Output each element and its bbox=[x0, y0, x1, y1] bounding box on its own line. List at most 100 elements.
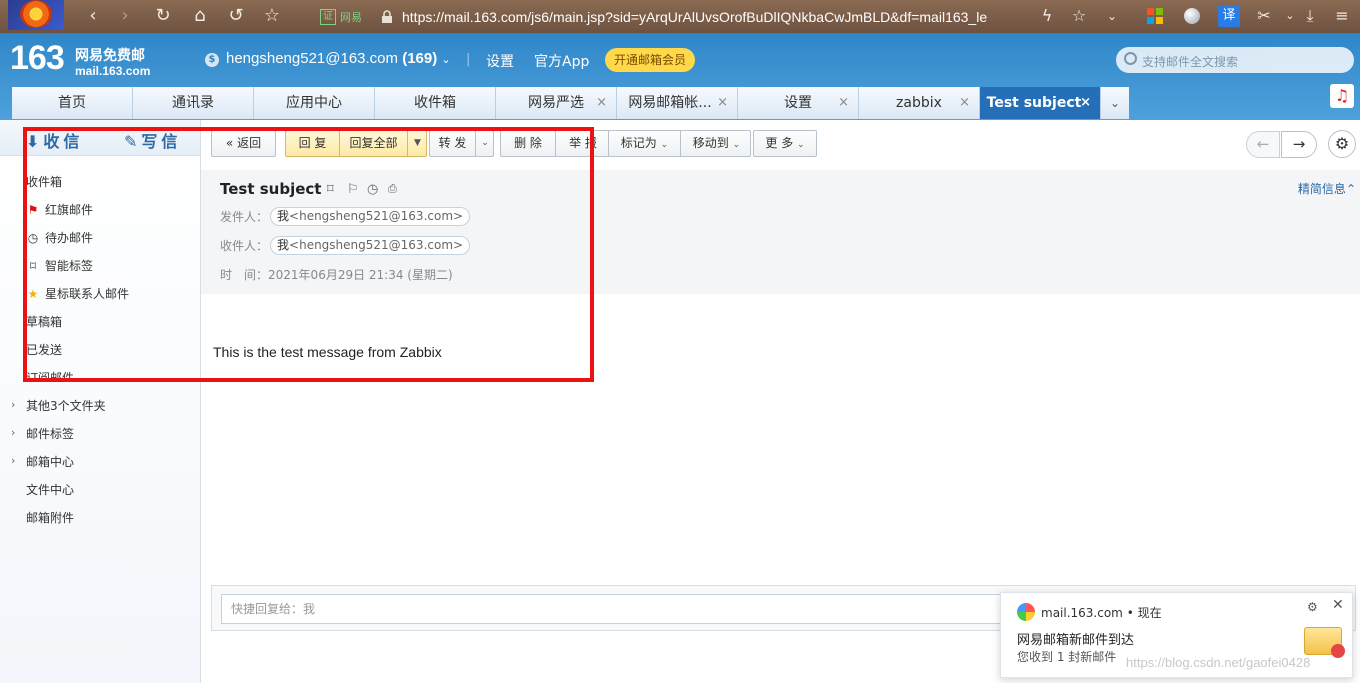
undo-icon[interactable]: ↺ bbox=[223, 3, 249, 29]
browser-logo bbox=[8, 0, 64, 30]
sidebar-item-file-center[interactable]: 文件中心 bbox=[26, 481, 74, 498]
bolt-icon[interactable]: ϟ bbox=[1036, 5, 1058, 27]
tab-label: 网易严选 bbox=[528, 95, 584, 111]
close-icon[interactable]: × bbox=[959, 87, 970, 119]
chevron-down-icon[interactable]: ⌄ bbox=[1101, 5, 1123, 27]
app-header: 163 网易免费邮 mail.163.com $ hengsheng521@16… bbox=[0, 33, 1360, 120]
bookmark-star-icon[interactable]: ☆ bbox=[1068, 5, 1090, 27]
menu-icon[interactable]: ≡ bbox=[1331, 5, 1353, 27]
sidebar-item-label: 邮箱中心 bbox=[26, 455, 75, 469]
header-app-link[interactable]: 官方App bbox=[534, 51, 589, 71]
move-to-button[interactable]: 移动到 ⌄ bbox=[681, 131, 752, 158]
close-icon[interactable]: ✕ bbox=[1332, 597, 1344, 613]
detail-toggle-link[interactable]: 精简信息⌃ bbox=[1298, 180, 1356, 197]
sidebar-item-label: 邮件标签 bbox=[26, 427, 75, 441]
tab-test-subject[interactable]: Test subject × bbox=[980, 87, 1101, 119]
tab-yanxuan[interactable]: 网易严选 × bbox=[496, 87, 617, 119]
tab-label: 应用中心 bbox=[286, 95, 342, 111]
gear-icon[interactable]: ⚙ bbox=[1307, 600, 1318, 614]
close-icon[interactable]: × bbox=[717, 87, 728, 119]
envelope-icon bbox=[1304, 627, 1345, 658]
tab-label: zabbix bbox=[896, 95, 942, 111]
sidebar-item-label: 其他3个文件夹 bbox=[26, 399, 106, 413]
tab-bar: 首页 通讯录 应用中心 收件箱 网易严选 × 网易邮箱帐... × 设置 × zabb… bbox=[12, 87, 1129, 119]
tab-settings[interactable]: 设置 × bbox=[738, 87, 859, 119]
back-icon[interactable]: ‹ bbox=[80, 3, 106, 29]
sidebar-item-mail-center[interactable]: 邮箱中心 bbox=[26, 453, 74, 470]
search-placeholder: 支持邮件全文搜索 bbox=[1142, 55, 1239, 69]
more-button[interactable]: 更 多 ⌄ bbox=[753, 130, 817, 157]
unread-count: (169) bbox=[402, 50, 438, 67]
account-menu[interactable]: hengsheng521@163.com (169) ⌄ bbox=[226, 50, 451, 67]
mark-move-group: 标记为 ⌄ 移动到 ⌄ bbox=[608, 130, 751, 157]
tab-label: 通讯录 bbox=[172, 95, 214, 111]
browser-toolbar: ‹ › ↻ ⌂ ↺ ☆ 证 网易 https://mail.163.com/js… bbox=[0, 0, 1360, 33]
toast-title: 网易邮箱新邮件到达 bbox=[1017, 633, 1135, 648]
reload-icon[interactable]: ↻ bbox=[150, 3, 176, 29]
chevron-up-icon: ⌃ bbox=[1345, 182, 1356, 196]
search-icon bbox=[1124, 52, 1137, 65]
vip-button[interactable]: 开通邮箱会员 bbox=[605, 48, 696, 72]
forward-icon[interactable]: › bbox=[112, 3, 138, 29]
globe-icon[interactable] bbox=[1181, 5, 1203, 27]
tab-inbox[interactable]: 收件箱 bbox=[375, 87, 496, 119]
apps-icon[interactable] bbox=[1144, 5, 1166, 27]
close-icon[interactable]: × bbox=[596, 87, 607, 119]
toast-message: 您收到 1 封新邮件 bbox=[1017, 650, 1117, 664]
more-label: 更 多 bbox=[765, 136, 794, 150]
home-icon[interactable]: ⌂ bbox=[187, 3, 213, 29]
lock-icon bbox=[382, 9, 392, 23]
sidebar-item-label: 邮箱附件 bbox=[26, 511, 75, 525]
tab-app-center[interactable]: 应用中心 bbox=[254, 87, 375, 119]
toast-time: 现在 bbox=[1137, 606, 1162, 620]
tab-home[interactable]: 首页 bbox=[12, 87, 133, 119]
alert-dot bbox=[1331, 644, 1345, 658]
chevron-down-icon: ⌄ bbox=[797, 140, 805, 150]
account-coin-icon: $ bbox=[205, 53, 219, 67]
next-message-button[interactable]: → bbox=[1281, 131, 1317, 158]
tab-label: 网易邮箱帐... bbox=[628, 95, 712, 111]
tab-contacts[interactable]: 通讯录 bbox=[133, 87, 254, 119]
address-bar[interactable]: 证 网易 https://mail.163.com/js6/main.jsp?s… bbox=[316, 0, 987, 33]
tab-label: Test subject bbox=[986, 95, 1082, 111]
chevron-right-icon[interactable]: › bbox=[11, 426, 15, 439]
close-icon[interactable]: × bbox=[1080, 87, 1091, 119]
mark-as-button[interactable]: 标记为 ⌄ bbox=[609, 131, 680, 158]
gear-icon[interactable]: ⚙ bbox=[1328, 130, 1356, 158]
watermark: https://blog.csdn.net/gaofei0428 bbox=[1126, 655, 1311, 670]
sidebar-item-attachments[interactable]: 邮箱附件 bbox=[26, 509, 74, 526]
tab-mail-account[interactable]: 网易邮箱帐... × bbox=[617, 87, 738, 119]
previous-message-button[interactable]: ← bbox=[1246, 131, 1280, 158]
tab-label: 首页 bbox=[58, 95, 86, 111]
download-icon[interactable]: ⤓ bbox=[1299, 5, 1321, 27]
logo-number[interactable]: 163 bbox=[10, 39, 65, 78]
chevron-right-icon[interactable]: › bbox=[11, 398, 15, 411]
sidebar-item-other-folders[interactable]: 其他3个文件夹 bbox=[26, 397, 106, 414]
logo-name[interactable]: 网易免费邮 bbox=[75, 45, 145, 65]
chevron-down-icon: ⌄ bbox=[660, 140, 669, 150]
music-icon[interactable]: ♫ bbox=[1330, 84, 1354, 108]
header-settings-link[interactable]: 设置 bbox=[486, 51, 514, 71]
toast-source: mail.163.com • 现在 bbox=[1041, 606, 1162, 620]
detail-toggle-label: 精简信息 bbox=[1297, 182, 1346, 196]
move-to-label: 移动到 bbox=[692, 136, 729, 150]
chevron-down-icon[interactable]: ⌄ bbox=[1279, 5, 1301, 27]
logo-domain[interactable]: mail.163.com bbox=[75, 64, 150, 78]
tab-label: 设置 bbox=[784, 95, 812, 111]
secure-site-icon: 证 bbox=[320, 8, 336, 25]
chevron-right-icon[interactable]: › bbox=[11, 454, 15, 467]
sidebar-item-mail-tags[interactable]: 邮件标签 bbox=[26, 425, 74, 442]
close-icon[interactable]: × bbox=[838, 87, 849, 119]
mark-as-label: 标记为 bbox=[620, 136, 657, 150]
star-icon[interactable]: ☆ bbox=[259, 3, 285, 29]
url-text[interactable]: https://mail.163.com/js6/main.jsp?sid=yA… bbox=[402, 9, 987, 25]
search-input[interactable]: 支持邮件全文搜索 bbox=[1116, 47, 1354, 73]
tab-overflow-button[interactable]: ⌄ bbox=[1101, 87, 1129, 119]
flower-icon bbox=[20, 0, 52, 28]
translate-icon[interactable]: 译 bbox=[1218, 5, 1240, 27]
sidebar-item-label: 文件中心 bbox=[26, 483, 75, 497]
scissors-icon[interactable]: ✂ bbox=[1253, 5, 1275, 27]
account-email: hengsheng521@163.com bbox=[226, 50, 399, 67]
mail-app-icon bbox=[1017, 603, 1035, 621]
tab-zabbix[interactable]: zabbix × bbox=[859, 87, 980, 119]
